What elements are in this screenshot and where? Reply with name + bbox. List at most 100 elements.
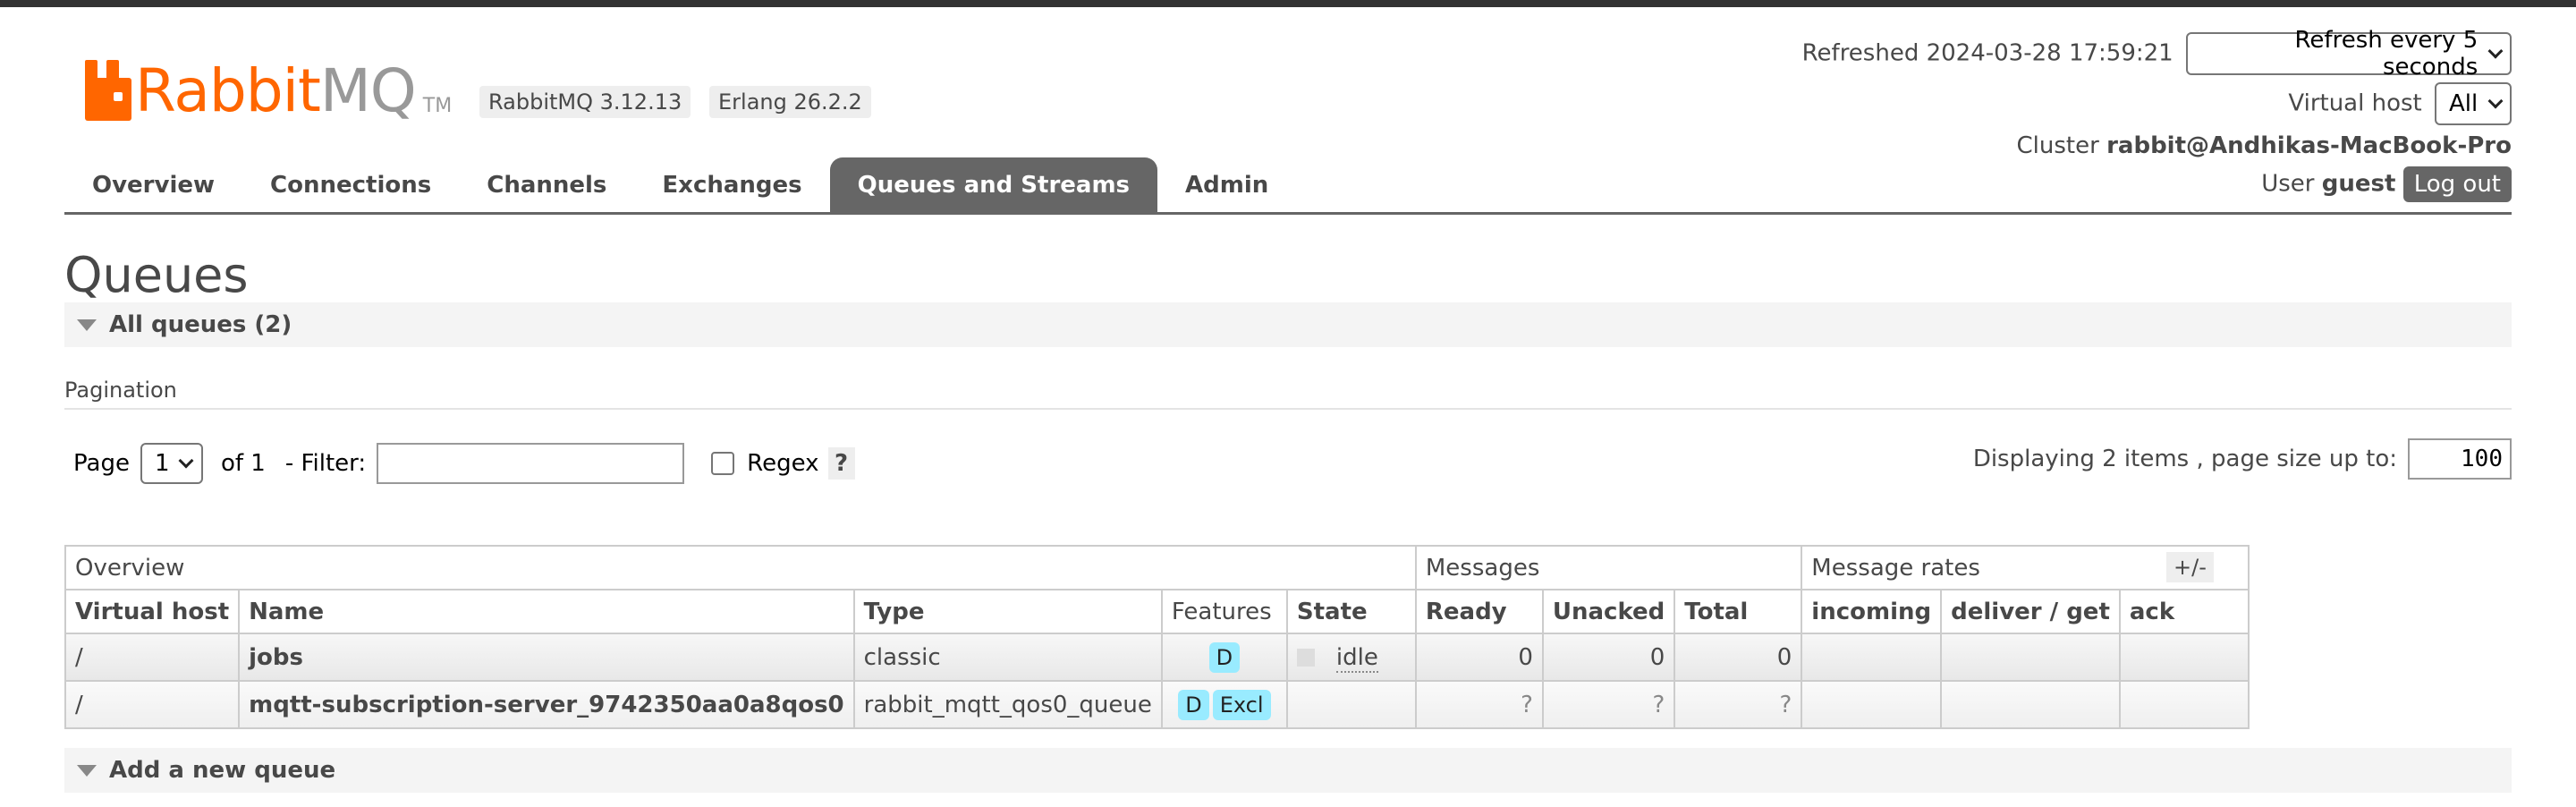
cell-state: idle [1285,633,1417,682]
vhost-row: Virtual host All [2288,82,2512,125]
logout-button[interactable]: Log out [2402,166,2512,202]
cell-incoming [1801,633,1943,682]
col-ack[interactable]: ack [2118,589,2250,634]
queue-name-link[interactable]: jobs [238,633,855,682]
table-column-header-row: Virtual host Name Type Features State Re… [64,589,2250,634]
col-state[interactable]: State [1285,589,1417,634]
logo-text-mq: MQ [319,56,417,125]
user-name: guest [2321,170,2396,198]
col-deliver-get[interactable]: deliver / get [1940,589,2121,634]
cell-vhost: / [64,680,241,729]
add-queue-label: Add a new queue [109,757,336,784]
vhost-select-value: All [2449,90,2479,117]
cell-unacked: 0 [1541,633,1676,682]
cell-ack [2118,633,2250,682]
logo-trademark: TM [422,95,453,117]
chevron-down-icon [2487,43,2504,59]
erlang-version-badge: Erlang 26.2.2 [709,86,871,118]
rabbit-icon [85,60,131,121]
col-virtual-host[interactable]: Virtual host [64,589,241,634]
col-incoming[interactable]: incoming [1801,589,1943,634]
pagination-label: Pagination [64,378,177,403]
page-title: Queues [64,247,249,303]
group-header-messages: Messages [1414,545,1803,590]
chevron-down-icon [178,453,193,469]
tab-channels[interactable]: Channels [459,157,634,213]
main-nav-tabs: Overview Connections Channels Exchanges … [64,157,1296,213]
cell-ready: 0 [1414,633,1544,682]
table-group-header-row: Overview Messages Message rates [64,545,2250,590]
cell-vhost: / [64,633,241,682]
page-select-value: 1 [154,450,170,477]
cell-state [1285,680,1417,729]
col-features: Features [1160,589,1288,634]
page-size-input[interactable]: 100 [2408,438,2512,480]
tab-connections[interactable]: Connections [242,157,459,213]
all-queues-section-toggle[interactable]: All queues (2) [64,302,2512,347]
refreshed-timestamp: Refreshed 2024-03-28 17:59:21 [1801,39,2174,67]
collapse-triangle-icon [77,319,97,331]
chevron-down-icon [2487,93,2504,109]
add-queue-section-toggle[interactable]: Add a new queue [64,748,2512,793]
top-bar [0,0,2576,7]
pagination-divider [64,408,2512,410]
column-toggle-button[interactable]: +/- [2166,552,2214,582]
cell-unacked: ? [1541,680,1676,729]
state-label: idle [1335,643,1378,673]
cluster-row: Cluster rabbit@Andhikas-MacBook-Pro [2017,132,2512,159]
collapse-triangle-icon [77,765,97,777]
state-indicator-icon [1296,649,1315,667]
logo-text-rabbit: Rabbit [135,56,321,125]
tab-queues-and-streams[interactable]: Queues and Streams [829,157,1158,213]
vhost-select[interactable]: All [2435,82,2512,125]
col-name[interactable]: Name [238,589,855,634]
vhost-label: Virtual host [2288,89,2422,117]
rabbitmq-logo[interactable]: Rabbit MQ TM [85,49,452,121]
queues-table: Overview Messages Message rates Virtual … [64,545,2250,729]
feature-durable-badge: D [1178,689,1209,720]
queue-name-link[interactable]: mqtt-subscription-server_9742350aa0a8qos… [238,680,855,729]
tab-underline [64,212,2512,215]
all-queues-label: All queues (2) [109,311,292,338]
cluster-label: Cluster [2016,132,2099,159]
cell-total: 0 [1674,633,1803,682]
cell-ready: ? [1414,680,1544,729]
refresh-interval-value: Refresh every 5 seconds [2294,27,2479,81]
cell-ack [2118,680,2250,729]
cell-total: ? [1674,680,1803,729]
page-of-label: of 1 [220,450,266,477]
table-row: / mqtt-subscription-server_9742350aa0a8q… [64,680,2250,729]
user-row: User guest Log out [2261,166,2512,202]
user-label: User [2261,170,2315,198]
regex-checkbox[interactable] [711,452,735,475]
table-row: / jobs classic D idle 0 0 0 [64,633,2250,682]
regex-label: Regex [747,450,819,477]
cell-incoming [1801,680,1943,729]
cluster-name: rabbit@Andhikas-MacBook-Pro [2106,132,2512,159]
cell-deliver-get [1940,633,2121,682]
cell-type: rabbit_mqtt_qos0_queue [852,680,1163,729]
filter-input[interactable] [377,443,685,484]
col-unacked[interactable]: Unacked [1541,589,1676,634]
tab-overview[interactable]: Overview [64,157,242,213]
pagination-controls: Page 1 of 1 - Filter: Regex ? [73,442,855,485]
feature-durable-badge: D [1208,641,1241,673]
page-select[interactable]: 1 [140,443,203,484]
regex-help-button[interactable]: ? [827,447,855,480]
refresh-interval-select[interactable]: Refresh every 5 seconds [2186,27,2512,81]
col-type[interactable]: Type [852,589,1163,634]
refresh-row: Refreshed 2024-03-28 17:59:21 Refresh ev… [1801,27,2512,81]
cell-type: classic [852,633,1163,682]
cell-features: D [1160,633,1288,682]
page-label: Page [73,450,130,477]
displaying-label: Displaying 2 items , page size up to: [1972,446,2397,472]
group-header-overview: Overview [64,545,1417,590]
col-ready[interactable]: Ready [1414,589,1544,634]
cell-deliver-get [1940,680,2121,729]
page-size-controls: Displaying 2 items , page size up to: 10… [1973,438,2512,480]
filter-label: - Filter: [284,450,367,477]
cell-features: D Excl [1160,680,1288,729]
tab-admin[interactable]: Admin [1157,157,1296,213]
col-total[interactable]: Total [1674,589,1803,634]
tab-exchanges[interactable]: Exchanges [634,157,829,213]
